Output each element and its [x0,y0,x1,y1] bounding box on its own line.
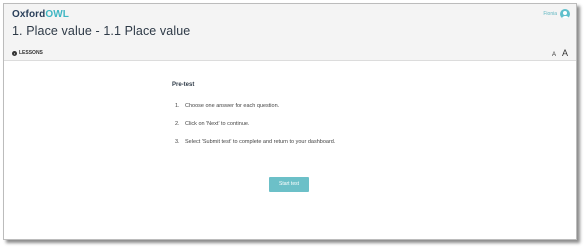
lessons-label: LESSONS [19,50,43,56]
oxford-owl-logo[interactable]: OxfordOWL [12,9,69,20]
page-title: 1. Place value - 1.1 Place value [12,24,191,38]
list-item-number: 2. [175,121,180,127]
avatar-icon[interactable] [560,9,570,19]
pretest-heading: Pre-test [172,82,195,88]
list-item: 1. Choose one answer for each question. [175,103,279,109]
text-size-decrease-button[interactable]: A [552,52,556,58]
list-item: 3. Select 'Submit test' to complete and r… [175,139,335,145]
header: OxfordOWL Fionia 1. Place value - 1.1 Pl… [4,4,576,61]
user-name: Fionia [543,11,557,17]
logo-text-owl: OWL [45,9,70,20]
list-item: 2. Click on 'Next' to continue. [175,121,249,127]
list-item-text: Click on 'Next' to continue. [185,121,250,127]
text-size-controls: A A [552,48,568,58]
lessons-button[interactable]: ‹ LESSONS [12,50,43,56]
start-test-button[interactable]: Start test [269,177,309,192]
logo-text-oxford: Oxford [12,9,46,20]
list-item-number: 1. [175,103,180,109]
list-item-text: Choose one answer for each question. [185,103,280,109]
list-item-number: 3. [175,139,180,145]
chevron-left-icon: ‹ [12,50,17,56]
user-menu[interactable]: Fionia [543,9,570,19]
text-size-increase-button[interactable]: A [562,48,568,58]
list-item-text: Select 'Submit test' to complete and ret… [185,139,336,145]
pretest-instructions: Pre-test 1. Choose one answer for each qu… [172,82,432,145]
app-window: OxfordOWL Fionia 1. Place value - 1.1 Pl… [3,3,577,240]
